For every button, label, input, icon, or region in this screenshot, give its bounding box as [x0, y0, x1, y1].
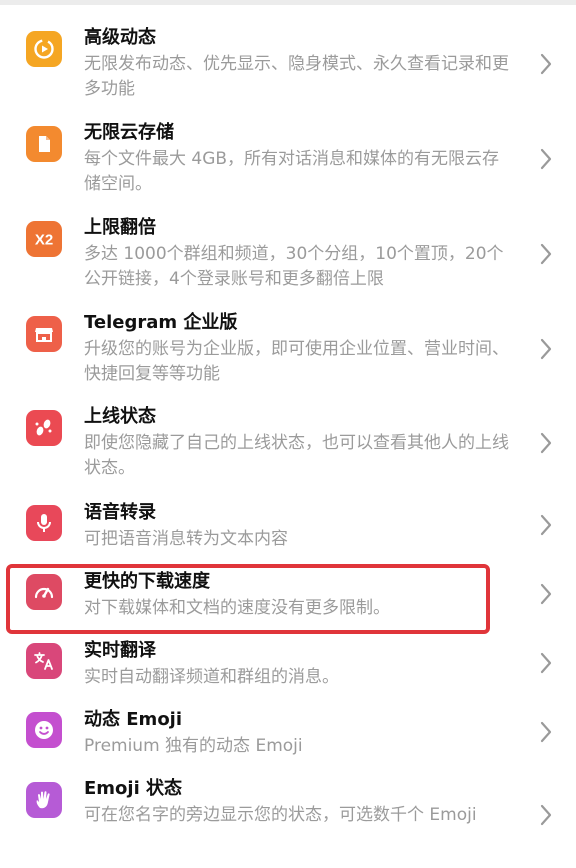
chevron-right-icon [540, 583, 552, 605]
smile-emoji-icon [26, 712, 62, 748]
feature-row-faster-download[interactable]: 更快的下载速度 对下载媒体和文档的速度没有更多限制。 [0, 570, 576, 625]
feature-row-doubled-limits[interactable]: X2 上限翻倍 多达 1000个群组和频道，30个分组，10个置顶，20个公开链… [0, 216, 576, 296]
feature-title: 语音转录 [84, 502, 156, 523]
story-play-icon [26, 31, 62, 67]
feature-description: 可在您名字的旁边显示您的状态，可选数千个 Emoji [84, 805, 477, 825]
chevron-right-icon [540, 148, 552, 170]
feature-row-translation[interactable]: 实时翻译 实时自动翻译频道和群组的消息。 [0, 639, 576, 694]
translate-icon [26, 643, 62, 679]
chevron-right-icon [540, 804, 552, 826]
shop-icon [26, 316, 62, 352]
feature-row-voice-to-text[interactable]: 语音转录 可把语音消息转为文本内容 [0, 501, 576, 556]
feature-row-cloud-storage[interactable]: 无限云存储 每个文件最大 4GB，所有对话消息和媒体的有无限云存储空间。 [0, 121, 576, 201]
chevron-right-icon [540, 338, 552, 360]
chevron-right-icon [540, 243, 552, 265]
feature-title: Telegram 企业版 [84, 312, 238, 333]
feature-row-stories[interactable]: 高级动态 无限发布动态、优先显示、隐身模式、永久查看记录和更多功能 [0, 26, 576, 106]
feature-description: 无限发布动态、优先显示、隐身模式、永久查看记录和更多功能 [84, 54, 509, 99]
feature-description: 每个文件最大 4GB，所有对话消息和媒体的有无限云存储空间。 [84, 149, 500, 194]
file-icon [26, 126, 62, 162]
feature-description: 升级您的账号为企业版，即可使用企业位置、营业时间、快捷回复等等功能 [84, 339, 509, 384]
feature-title: Emoji 状态 [84, 778, 183, 799]
chevron-right-icon [540, 53, 552, 75]
feature-title: 高级动态 [84, 27, 156, 48]
x2-icon: X2 [26, 221, 62, 257]
speedometer-icon [26, 574, 62, 610]
feature-description: 对下载媒体和文档的速度没有更多限制。 [84, 598, 390, 618]
svg-text:X2: X2 [35, 232, 53, 249]
top-divider [0, 0, 576, 5]
waving-hand-icon [26, 782, 62, 818]
feature-title: 上线状态 [84, 406, 156, 427]
feature-description: 可把语音消息转为文本内容 [84, 529, 288, 549]
feature-row-animated-emoji[interactable]: 动态 Emoji Premium 独有的动态 Emoji [0, 708, 576, 763]
feature-title: 无限云存储 [84, 122, 174, 143]
chevron-right-icon [540, 652, 552, 674]
footprints-icon [26, 410, 62, 446]
feature-row-business[interactable]: Telegram 企业版 升级您的账号为企业版，即可使用企业位置、营业时间、快捷… [0, 311, 576, 391]
feature-description: 实时自动翻译频道和群组的消息。 [84, 667, 339, 687]
feature-title: 上限翻倍 [84, 217, 156, 238]
chevron-right-icon [540, 432, 552, 454]
chevron-right-icon [540, 514, 552, 536]
chevron-right-icon [540, 721, 552, 743]
feature-title: 更快的下载速度 [84, 571, 210, 592]
feature-description: 多达 1000个群组和频道，30个分组，10个置顶，20个公开链接，4个登录账号… [84, 244, 504, 289]
feature-description: Premium 独有的动态 Emoji [84, 736, 303, 756]
feature-row-last-seen[interactable]: 上线状态 即使您隐藏了自己的上线状态，也可以查看其他人的上线状态。 [0, 405, 576, 485]
feature-title: 实时翻译 [84, 640, 156, 661]
feature-title: 动态 Emoji [84, 709, 183, 730]
feature-description: 即使您隐藏了自己的上线状态，也可以查看其他人的上线状态。 [84, 433, 509, 478]
microphone-icon [26, 505, 62, 541]
feature-row-emoji-status[interactable]: Emoji 状态 可在您名字的旁边显示您的状态，可选数千个 Emoji [0, 777, 576, 857]
